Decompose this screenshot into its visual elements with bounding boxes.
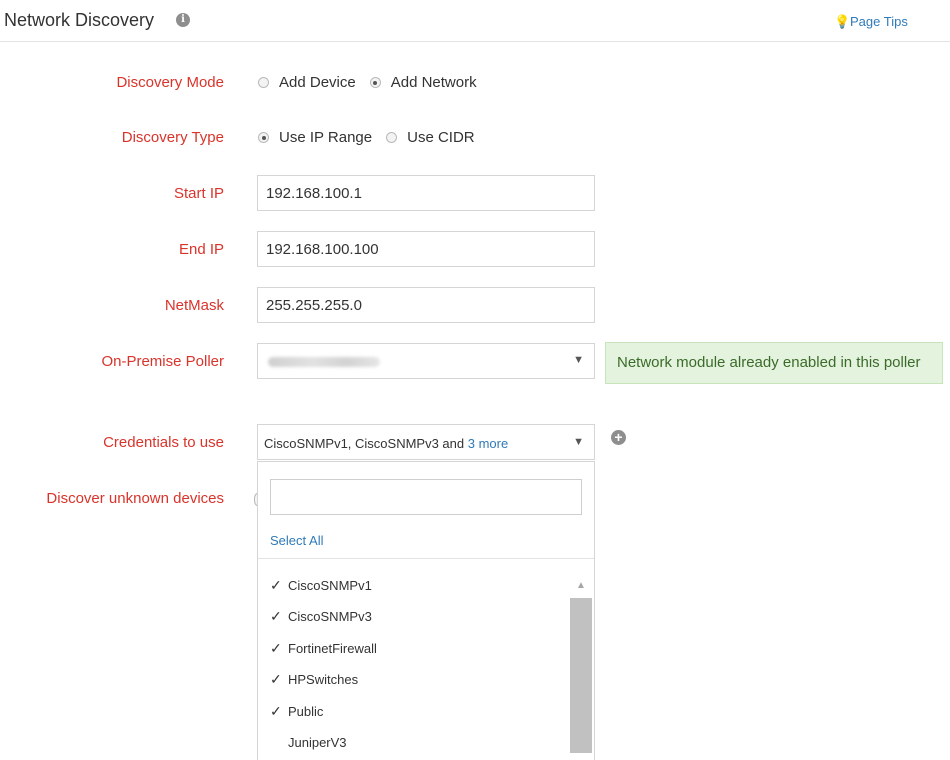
discovery-mode-label: Discovery Mode: [116, 74, 224, 91]
redacted-poller-name: [268, 357, 380, 367]
list-item[interactable]: ✓ CiscoSNMPv1: [270, 571, 372, 599]
page-tips-label: Page Tips: [850, 14, 908, 29]
caret-down-icon: ▼: [573, 436, 584, 448]
scrollbar[interactable]: ▲: [570, 575, 592, 760]
start-ip-input[interactable]: [257, 175, 595, 211]
page-tips-link[interactable]: 💡Page Tips: [834, 14, 908, 30]
list-item-label: CiscoSNMPv1: [288, 577, 372, 593]
discovery-type-label: Discovery Type: [121, 129, 224, 146]
radio-button[interactable]: [386, 132, 398, 143]
radio-label: Add Network: [390, 74, 477, 91]
checkmark-icon: ✓: [270, 670, 282, 687]
list-item-label: JuniperV3: [288, 734, 347, 750]
list-item[interactable]: ✓ CiscoSNMPv3: [270, 602, 372, 630]
list-item[interactable]: ✓ HPSwitches: [270, 665, 358, 693]
radio-label: Use IP Range: [279, 129, 373, 146]
scrollbar-thumb[interactable]: [570, 598, 592, 753]
credentials-dropdown: Select All ✓ CiscoSNMPv1 ✓ CiscoSNMPv3 ✓…: [257, 461, 595, 760]
poller-label: On-Premise Poller: [101, 353, 224, 370]
select-all-link[interactable]: Select All: [270, 533, 323, 548]
poller-status-notice: Network module already enabled in this p…: [605, 342, 943, 384]
list-item[interactable]: ✓ Public: [270, 697, 323, 725]
list-item[interactable]: ✓ FortinetFirewall: [270, 634, 377, 662]
lightbulb-icon: 💡: [834, 14, 851, 29]
credentials-search-input[interactable]: [270, 479, 582, 515]
checkmark-icon: ✓: [270, 639, 282, 656]
radio-button-selected[interactable]: [258, 132, 269, 143]
credentials-more-link[interactable]: 3 more: [468, 436, 508, 451]
end-ip-label: End IP: [178, 241, 224, 258]
list-item[interactable]: JuniperV3: [270, 728, 347, 756]
end-ip-input[interactable]: [257, 231, 595, 267]
list-item-label: Public: [288, 703, 324, 719]
credentials-select[interactable]: CiscoSNMPv1, CiscoSNMPv3 and 3 more ▼: [257, 424, 595, 460]
radio-add-network[interactable]: Add Network: [369, 74, 477, 91]
credentials-label: Credentials to use: [103, 434, 224, 451]
radio-button-selected[interactable]: [369, 77, 381, 88]
netmask-label: NetMask: [164, 297, 224, 314]
page-title: Network Discovery: [4, 10, 155, 30]
credentials-summary: CiscoSNMPv1, CiscoSNMPv3 and 3 more: [264, 436, 508, 451]
discover-unknown-label: Discover unknown devices: [46, 490, 224, 507]
credentials-list: ✓ CiscoSNMPv1 ✓ CiscoSNMPv3 ✓ FortinetFi…: [258, 559, 568, 760]
page-header: Network Discovery i 💡Page Tips: [0, 0, 950, 42]
start-ip-label: Start IP: [173, 185, 224, 202]
list-item-label: HPSwitches: [288, 671, 359, 687]
netmask-input[interactable]: [257, 287, 595, 323]
discovery-type-radio-group: Use IP Range Use CIDR: [258, 129, 489, 146]
discovery-mode-radio-group: Add Device Add Network: [258, 74, 491, 91]
info-icon[interactable]: i: [176, 13, 190, 27]
add-credential-icon[interactable]: +: [611, 430, 626, 445]
radio-add-device[interactable]: Add Device: [258, 74, 356, 91]
radio-use-ip-range[interactable]: Use IP Range: [258, 129, 372, 146]
radio-label: Use CIDR: [407, 129, 475, 146]
checkmark-icon: ✓: [270, 702, 282, 719]
credentials-summary-text: CiscoSNMPv1, CiscoSNMPv3 and: [264, 436, 468, 451]
list-item-label: CiscoSNMPv3: [288, 608, 372, 624]
checkmark-icon: ✓: [270, 607, 282, 624]
radio-button[interactable]: [258, 77, 269, 88]
checkmark-icon: ✓: [270, 576, 282, 593]
radio-use-cidr[interactable]: Use CIDR: [386, 129, 475, 146]
caret-down-icon: ▼: [573, 354, 584, 366]
scroll-up-arrow-icon[interactable]: ▲: [570, 575, 592, 597]
radio-label: Add Device: [279, 74, 356, 91]
poller-select[interactable]: ▼: [257, 343, 595, 379]
list-item-label: FortinetFirewall: [288, 640, 377, 656]
